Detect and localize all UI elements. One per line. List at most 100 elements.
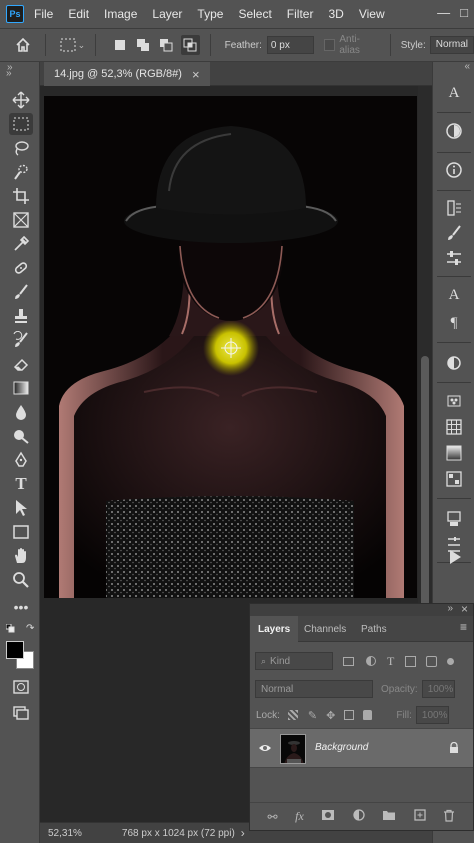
minimize-button[interactable]: —	[437, 5, 450, 20]
patterns-panel-icon[interactable]	[442, 468, 466, 490]
more-tools-icon[interactable]: •••	[9, 596, 33, 618]
layer-name[interactable]: Background	[315, 742, 368, 753]
close-layers-icon[interactable]: ×	[461, 602, 468, 616]
tab-layers[interactable]: Layers	[250, 616, 299, 642]
menu-edit[interactable]: Edit	[68, 7, 89, 21]
collapse-layers-icon[interactable]: »	[447, 603, 453, 614]
lock-transparent-icon[interactable]	[287, 710, 298, 720]
rectangle-tool-icon[interactable]	[9, 521, 33, 543]
brushes-panel-icon[interactable]	[442, 222, 466, 244]
layer-row[interactable]: Background	[250, 728, 473, 768]
blend-mode-select[interactable]: Normal	[255, 680, 373, 698]
brush-tool-icon[interactable]	[9, 281, 33, 303]
screen-mode-icon[interactable]	[9, 702, 33, 724]
styles-panel-icon[interactable]	[442, 508, 466, 530]
quick-mask-icon[interactable]	[9, 676, 33, 698]
rect-marquee-tool-preset-icon[interactable]	[60, 37, 76, 53]
eraser-tool-icon[interactable]	[9, 353, 33, 375]
character-panel-icon[interactable]: A	[442, 82, 466, 104]
menu-select[interactable]: Select	[238, 7, 271, 21]
filter-shape-icon[interactable]	[405, 655, 417, 667]
link-layers-icon[interactable]: ⚯	[268, 810, 278, 824]
brush-settings-icon[interactable]	[442, 247, 466, 269]
eyedropper-tool-icon[interactable]	[9, 233, 33, 255]
add-mask-icon[interactable]	[321, 809, 335, 824]
crop-tool-icon[interactable]	[9, 185, 33, 207]
lock-position-icon[interactable]: ✥	[326, 709, 335, 722]
new-layer-icon[interactable]	[414, 809, 426, 824]
opacity-input[interactable]: 100%	[421, 680, 455, 698]
feather-input[interactable]: 0 px	[266, 36, 314, 54]
filter-smart-object-icon[interactable]	[426, 655, 438, 667]
paragraph-panel-icon[interactable]: ¶	[442, 312, 466, 334]
home-icon[interactable]	[14, 37, 33, 53]
clone-stamp-tool-icon[interactable]	[9, 305, 33, 327]
menu-3d[interactable]: 3D	[328, 7, 343, 21]
style-select[interactable]: Normal	[429, 36, 474, 54]
adjustment-layer-icon[interactable]	[353, 809, 365, 824]
blur-tool-icon[interactable]	[9, 401, 33, 423]
menu-file[interactable]: File	[34, 7, 53, 21]
path-selection-tool-icon[interactable]	[9, 497, 33, 519]
dodge-tool-icon[interactable]	[9, 425, 33, 447]
pen-tool-icon[interactable]	[9, 449, 33, 471]
chevron-down-icon[interactable]: ⌄	[78, 40, 86, 51]
navigator-icon[interactable]	[442, 120, 466, 142]
menu-filter[interactable]: Filter	[287, 7, 314, 21]
filter-toggle-icon[interactable]	[447, 657, 455, 665]
maximize-button[interactable]: □	[460, 5, 468, 20]
intersect-selection-icon[interactable]	[181, 35, 200, 55]
libraries-panel-icon[interactable]	[442, 416, 466, 438]
antialias-checkbox[interactable]	[324, 39, 336, 51]
new-selection-icon[interactable]	[112, 37, 127, 53]
status-menu-icon[interactable]: ›	[241, 826, 245, 840]
zoom-tool-icon[interactable]	[9, 569, 33, 591]
filter-adjustment-icon[interactable]	[366, 656, 376, 666]
menu-type[interactable]: Type	[197, 7, 223, 21]
eye-icon[interactable]	[258, 742, 272, 757]
lasso-tool-icon[interactable]	[9, 137, 33, 159]
fill-input[interactable]: 100%	[415, 706, 449, 724]
play-action-icon[interactable]	[446, 548, 464, 566]
frame-tool-icon[interactable]	[9, 209, 33, 231]
delete-layer-icon[interactable]	[443, 809, 455, 825]
gradient-tool-icon[interactable]	[9, 377, 33, 399]
add-to-selection-icon[interactable]	[135, 37, 150, 53]
type-tool-icon[interactable]: T	[9, 473, 33, 495]
new-group-icon[interactable]	[382, 809, 396, 824]
history-panel-icon[interactable]	[442, 197, 466, 219]
rectangular-marquee-tool-icon[interactable]	[9, 113, 33, 135]
swatches-panel-icon[interactable]	[442, 390, 466, 412]
gradients-panel-icon[interactable]	[442, 442, 466, 464]
collapse-tools-icon[interactable]: »	[6, 68, 12, 79]
foreground-color-swatch[interactable]	[6, 641, 24, 659]
document-tab[interactable]: 14.jpg @ 52,3% (RGB/8#) ×	[44, 62, 210, 86]
quick-selection-tool-icon[interactable]	[9, 161, 33, 183]
hand-tool-icon[interactable]	[9, 545, 33, 567]
tab-channels[interactable]: Channels	[304, 616, 346, 642]
document-canvas[interactable]	[44, 96, 417, 598]
expand-dock-icon[interactable]: «	[464, 61, 470, 72]
tab-paths[interactable]: Paths	[361, 616, 387, 642]
lock-image-icon[interactable]: ✎	[308, 709, 317, 722]
menu-image[interactable]: Image	[104, 7, 137, 21]
lock-artboard-icon[interactable]	[344, 710, 355, 720]
spot-healing-brush-tool-icon[interactable]	[9, 257, 33, 279]
filter-pixel-icon[interactable]	[343, 656, 354, 666]
swap-colors-icon[interactable]: ↷	[26, 623, 34, 634]
history-brush-tool-icon[interactable]	[9, 329, 33, 351]
layer-style-icon[interactable]: fx	[295, 809, 304, 824]
move-tool-icon[interactable]	[9, 89, 33, 111]
filter-kind-select[interactable]: ⌕ Kind	[255, 652, 333, 670]
properties-panel-icon[interactable]	[442, 352, 466, 374]
default-colors-icon[interactable]	[5, 623, 15, 633]
filter-type-icon[interactable]: T	[387, 654, 394, 669]
info-panel-icon[interactable]	[442, 159, 466, 181]
menu-view[interactable]: View	[359, 7, 385, 21]
panel-menu-icon[interactable]: ≡	[460, 621, 467, 633]
zoom-level[interactable]: 52,31%	[48, 828, 82, 839]
menu-layer[interactable]: Layer	[152, 7, 182, 21]
character-styles-icon[interactable]: A	[442, 284, 466, 306]
lock-all-icon[interactable]	[363, 710, 373, 720]
close-tab-icon[interactable]: ×	[192, 67, 200, 82]
